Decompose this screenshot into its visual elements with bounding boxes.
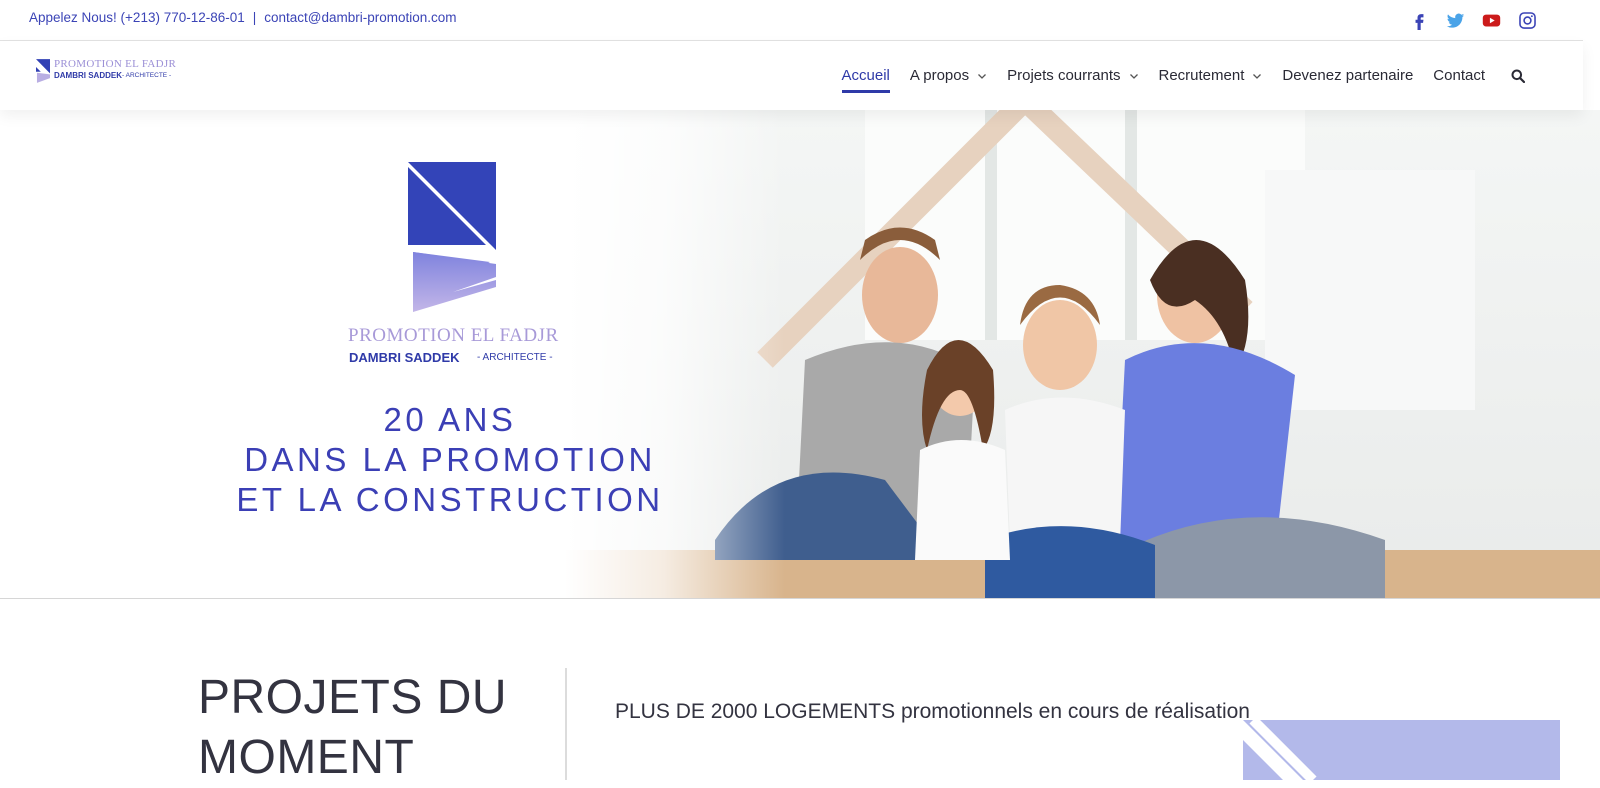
logo-text-line1: PROMOTION EL FADJR [54, 58, 177, 70]
nav-item-a-propos[interactable]: A propos [900, 41, 997, 110]
projects-title: PROJETS DU MOMENT [198, 668, 507, 788]
contact-info: Appelez Nous! (+213) 770-12-86-01 | cont… [29, 10, 457, 25]
brand-role: - ARCHITECTE - [477, 352, 553, 363]
facebook-icon[interactable] [1410, 11, 1429, 30]
projects-title-line: MOMENT [198, 731, 415, 784]
brand-subtitle: DAMBRI SADDEK [349, 350, 460, 365]
nav-item-accueil[interactable]: Accueil [832, 41, 900, 110]
section-divider [565, 668, 567, 780]
nav-label: A propos [909, 67, 970, 84]
tagline-line: 20 ANS [383, 401, 517, 438]
brand-name: PROMOTION EL FADJR [348, 325, 559, 346]
nav-label: Recrutement [1158, 67, 1245, 84]
tagline-line: ET LA CONSTRUCTION [236, 481, 664, 518]
separator: | [252, 10, 257, 25]
tagline-line: DANS LA PROMOTION [244, 441, 656, 478]
projects-title-line: PROJETS DU [198, 671, 508, 724]
phone-link[interactable]: Appelez Nous! (+213) 770-12-86-01 [29, 10, 245, 25]
main-header: PROMOTION EL FADJR DAMBRI SADDEK - ARCHI… [0, 41, 1583, 110]
hero-banner: PROMOTION EL FADJR DAMBRI SADDEK - ARCHI… [0, 110, 1600, 599]
chevron-down-icon [978, 73, 987, 79]
twitter-icon[interactable] [1446, 11, 1465, 30]
nav-item-devenez-partenaire[interactable]: Devenez partenaire [1272, 41, 1423, 110]
nav-item-projets-courrants[interactable]: Projets courrants [997, 41, 1148, 110]
nav-label: Contact [1433, 67, 1485, 84]
hero-fade-overlay [565, 110, 785, 598]
logo-mark-icon [36, 59, 50, 83]
top-bar: Appelez Nous! (+213) 770-12-86-01 | cont… [0, 0, 1583, 41]
search-button[interactable] [1495, 41, 1535, 110]
chevron-down-icon [1129, 73, 1138, 79]
main-nav: Accueil A propos Projets courrants Recru… [832, 41, 1535, 110]
nav-label: Projets courrants [1007, 67, 1121, 84]
hero-tagline: 20 ANS DANS LA PROMOTION ET LA CONSTRUCT… [200, 400, 700, 520]
nav-item-recrutement[interactable]: Recrutement [1149, 41, 1273, 110]
projects-description: PLUS DE 2000 LOGEMENTS promotionnels en … [615, 700, 1250, 723]
chevron-down-icon [1253, 73, 1262, 79]
project-thumbnail[interactable] [1243, 720, 1560, 780]
brand-logo-mark-icon [408, 162, 496, 312]
search-icon [1511, 69, 1525, 83]
nav-label: Accueil [841, 67, 890, 84]
youtube-icon[interactable] [1482, 11, 1501, 30]
project-thumbnail-graphic [1243, 720, 1560, 780]
logo-text-line2: DAMBRI SADDEK [54, 71, 122, 80]
nav-item-contact[interactable]: Contact [1423, 41, 1495, 110]
logo-text-line3: - ARCHITECTE - [122, 72, 172, 79]
social-links [1410, 11, 1537, 30]
site-logo[interactable]: PROMOTION EL FADJR DAMBRI SADDEK - ARCHI… [36, 58, 177, 89]
nav-label: Devenez partenaire [1282, 67, 1414, 84]
instagram-icon[interactable] [1518, 11, 1537, 30]
email-link[interactable]: contact@dambri-promotion.com [264, 10, 456, 25]
